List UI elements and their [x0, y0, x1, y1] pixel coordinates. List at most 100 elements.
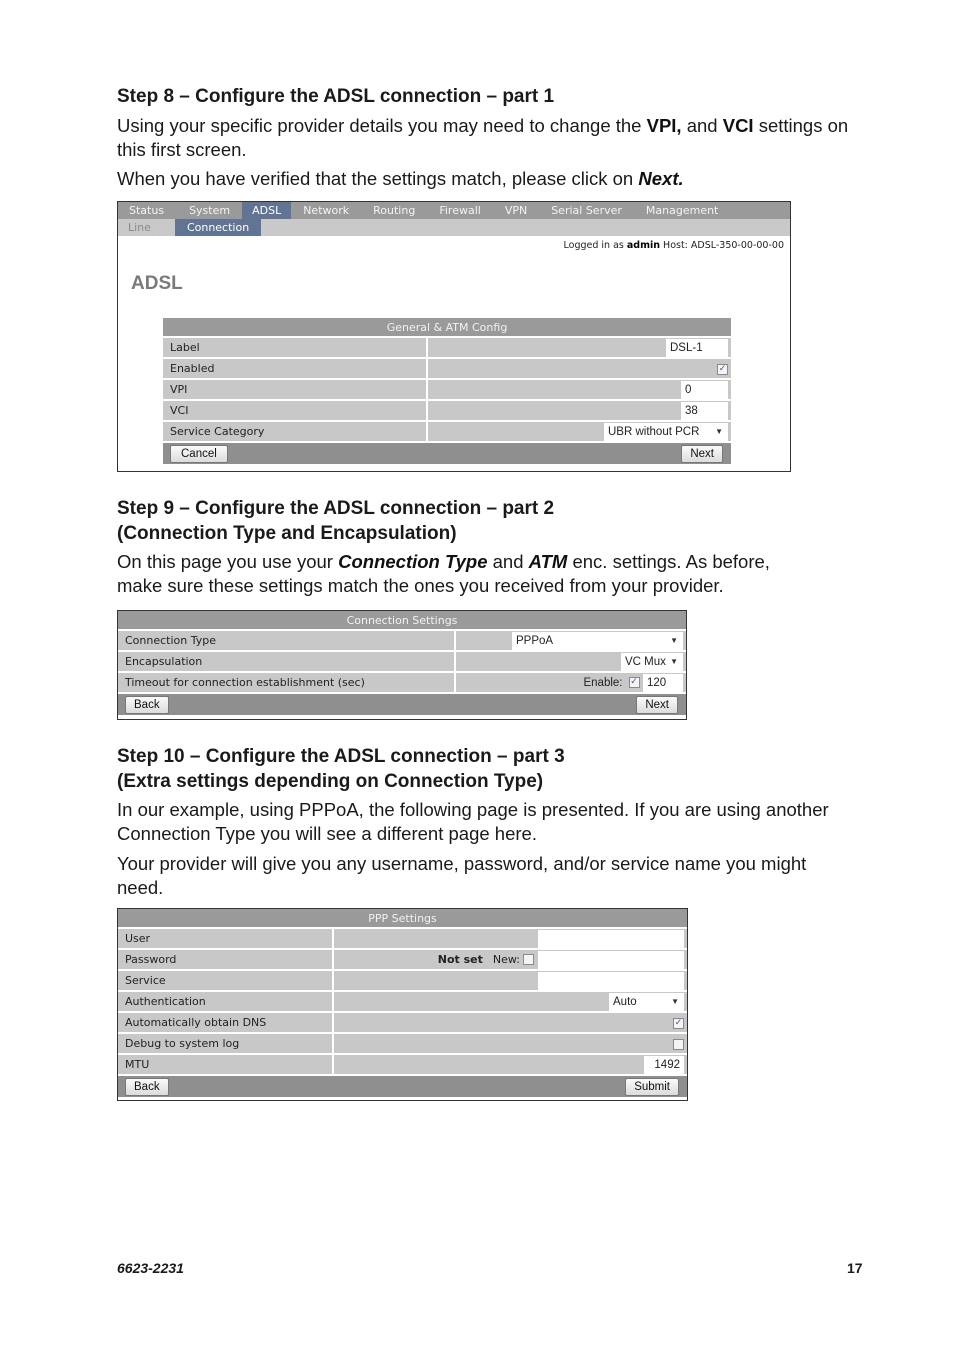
step8-paragraph-1: Using your specific provider details you…: [117, 114, 857, 162]
auto-dns-checkbox[interactable]: ✓: [673, 1017, 684, 1029]
subnav-tab-line[interactable]: Line: [118, 219, 175, 236]
step10-heading-line1: Step 10 – Configure the ADSL connection …: [117, 746, 565, 767]
chevron-down-icon: ▼: [671, 996, 679, 1006]
password-input[interactable]: [538, 950, 684, 969]
step10-paragraph-1: In our example, using PPPoA, the followi…: [117, 799, 829, 844]
main-nav: Status System ADSL Network Routing Firew…: [118, 202, 790, 219]
ppp-settings-screenshot: PPP Settings User Password Not set New: S…: [117, 908, 688, 1101]
label-label: Label: [163, 336, 428, 357]
adsl-screenshot: Status System ADSL Network Routing Firew…: [117, 201, 791, 472]
timeout-enable-checkbox[interactable]: ✓: [628, 677, 640, 688]
table-row: Debug to system log: [118, 1032, 687, 1053]
selected-value: UBR without PCR: [608, 425, 700, 438]
step9-heading-line1: Step 9 – Configure the ADSL connection –…: [117, 498, 555, 519]
table-row: Encapsulation VC Mux ▼: [118, 650, 686, 671]
login-info: Logged in as admin Host: ADSL-350-00-00-…: [564, 240, 784, 251]
next-button[interactable]: Next: [636, 695, 678, 714]
cancel-button[interactable]: Cancel: [170, 444, 228, 463]
selected-value: VC Mux: [625, 655, 666, 668]
vpi-input[interactable]: 0: [681, 380, 728, 399]
user-label: User: [118, 927, 334, 948]
service-input[interactable]: [538, 971, 684, 990]
table-row: VPI 0: [163, 378, 731, 399]
table-row: Automatically obtain DNS ✓: [118, 1011, 687, 1032]
text: and: [681, 115, 723, 136]
nav-tab-system[interactable]: System: [175, 202, 242, 219]
table-row: Authentication Auto ▼: [118, 990, 687, 1011]
connection-type-emphasis: Connection Type: [338, 551, 488, 572]
encapsulation-label: Encapsulation: [118, 650, 456, 671]
sub-nav: Line Connection: [118, 219, 790, 236]
back-button[interactable]: Back: [125, 695, 169, 714]
debug-log-checkbox[interactable]: [673, 1038, 684, 1050]
vci-input[interactable]: 38: [681, 401, 728, 420]
vpi-emphasis: VPI,: [646, 115, 682, 136]
timeout-enable-label: Enable:: [583, 676, 623, 689]
nav-tab-status[interactable]: Status: [118, 202, 175, 219]
connection-type-select[interactable]: PPPoA ▼: [512, 631, 683, 650]
encapsulation-select[interactable]: VC Mux ▼: [621, 652, 683, 671]
selected-value: PPPoA: [516, 634, 554, 647]
password-status: Not set: [437, 952, 483, 966]
nav-tab-adsl[interactable]: ADSL: [242, 202, 292, 219]
step9-paragraph: On this page you use your Connection Typ…: [117, 550, 797, 598]
nav-tab-serial-server[interactable]: Serial Server: [539, 202, 634, 219]
step9-heading-line2: (Connection Type and Encapsulation): [117, 523, 457, 544]
table-row: MTU 1492: [118, 1053, 687, 1074]
user-input[interactable]: [538, 929, 684, 948]
nav-tab-management[interactable]: Management: [634, 202, 730, 219]
host-name: ADSL-350-00-00-00: [690, 240, 784, 251]
back-button[interactable]: Back: [125, 1077, 169, 1096]
table-title: PPP Settings: [118, 909, 687, 927]
table-row: Label DSL-1: [163, 336, 731, 357]
mtu-label: MTU: [118, 1053, 334, 1074]
table-row: Timeout for connection establishment (se…: [118, 671, 686, 692]
table-row: VCI 38: [163, 399, 731, 420]
connection-type-label: Connection Type: [118, 629, 456, 650]
step10-paragraph-2: Your provider will give you any username…: [117, 853, 807, 898]
table-row: Connection Type PPPoA ▼: [118, 629, 686, 650]
table-title: Connection Settings: [118, 611, 686, 629]
password-new-checkbox[interactable]: [523, 954, 534, 965]
service-category-select[interactable]: UBR without PCR ▼: [604, 422, 728, 441]
text: Logged in as: [563, 240, 627, 251]
subnav-tab-connection[interactable]: Connection: [174, 219, 262, 236]
general-atm-config-table: General & ATM Config Label DSL-1 Enabled…: [163, 318, 731, 464]
table-row: User: [118, 927, 687, 948]
nav-tab-network[interactable]: Network: [291, 202, 361, 219]
enabled-label: Enabled: [163, 357, 428, 378]
authentication-select[interactable]: Auto ▼: [609, 992, 684, 1011]
ppp-settings-table: PPP Settings User Password Not set New: S…: [118, 909, 687, 1097]
next-emphasis: Next.: [638, 168, 684, 189]
selected-value: Auto: [613, 995, 637, 1008]
table-row: Service Category UBR without PCR ▼: [163, 420, 731, 441]
document-number: 6623-2231: [117, 1260, 184, 1276]
step8-heading: Step 8 – Configure the ADSL connection –…: [117, 86, 555, 107]
nav-tab-vpn[interactable]: VPN: [493, 202, 539, 219]
label-input[interactable]: DSL-1: [666, 338, 728, 357]
next-button[interactable]: Next: [681, 444, 723, 463]
nav-tab-firewall[interactable]: Firewall: [427, 202, 492, 219]
table-title: General & ATM Config: [163, 318, 731, 336]
table-row: Enabled ✓: [163, 357, 731, 378]
step10-heading-line2: (Extra settings depending on Connection …: [117, 771, 544, 792]
password-label: Password: [118, 948, 334, 969]
table-row: Password Not set New:: [118, 948, 687, 969]
vci-label: VCI: [163, 399, 428, 420]
submit-button[interactable]: Submit: [625, 1077, 679, 1096]
connection-settings-table: Connection Settings Connection Type PPPo…: [118, 611, 686, 715]
nav-tab-routing[interactable]: Routing: [361, 202, 427, 219]
page-number: 17: [847, 1260, 863, 1276]
mtu-input[interactable]: 1492: [644, 1055, 684, 1074]
authentication-label: Authentication: [118, 990, 334, 1011]
service-category-label: Service Category: [163, 420, 428, 441]
enabled-checkbox[interactable]: ✓: [717, 363, 728, 375]
step8-paragraph-2: When you have verified that the settings…: [117, 167, 857, 191]
text: Host:: [660, 240, 691, 251]
timeout-label: Timeout for connection establishment (se…: [118, 671, 456, 692]
timeout-input[interactable]: 120: [643, 673, 683, 692]
vpi-label: VPI: [163, 378, 428, 399]
page-title: ADSL: [131, 273, 183, 294]
password-new-label: New:: [492, 952, 520, 966]
text: and: [487, 551, 529, 572]
